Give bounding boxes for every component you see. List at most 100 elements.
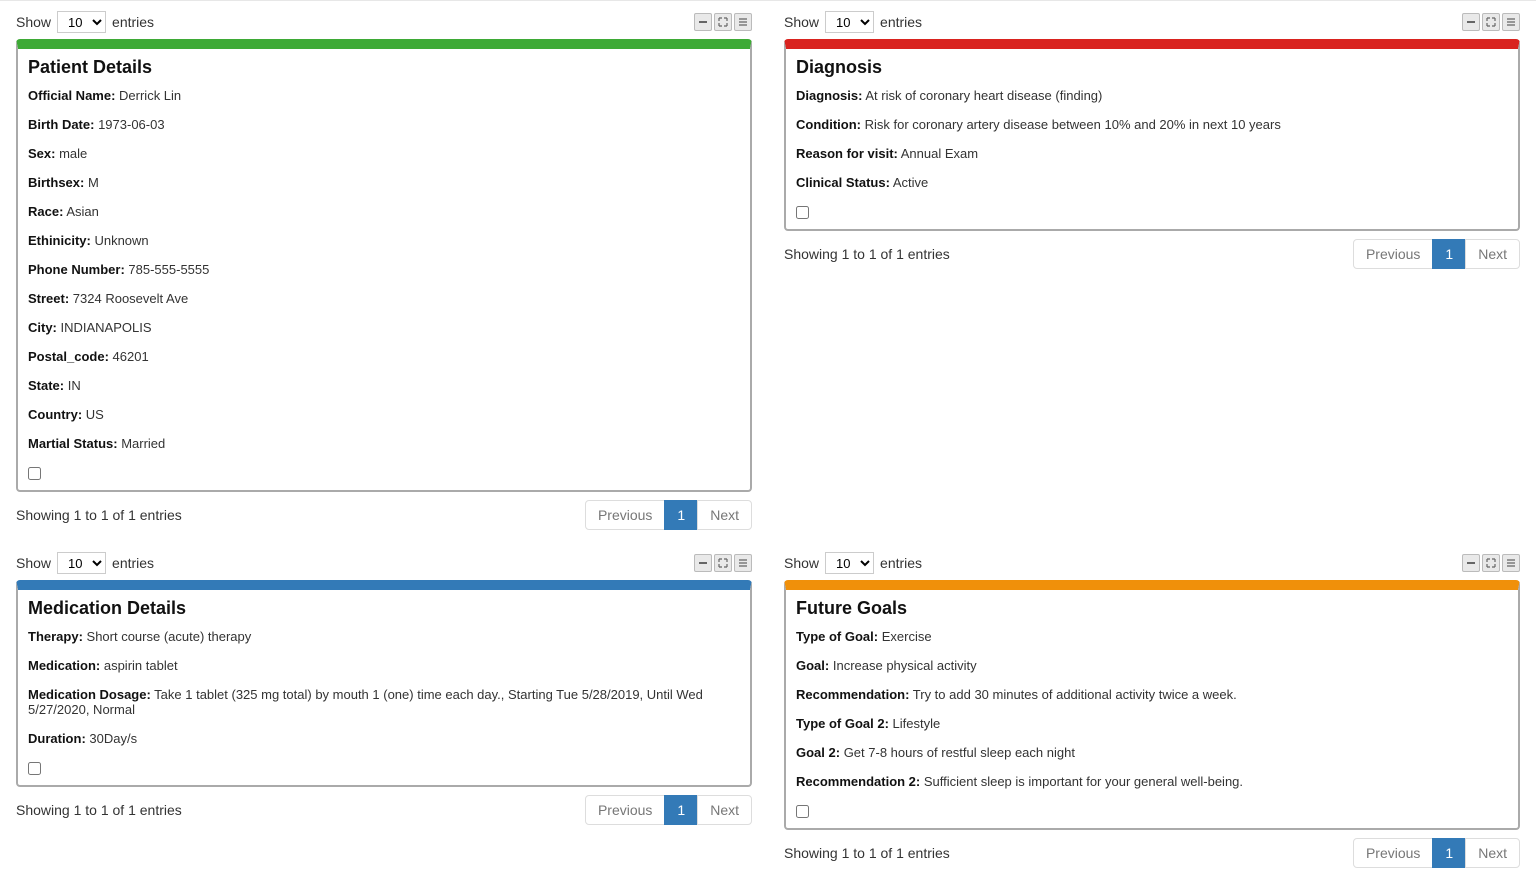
- field-label: Condition:: [796, 117, 861, 132]
- field-row: Martial Status: Married: [28, 436, 740, 451]
- field-value: Get 7-8 hours of restful sleep each nigh…: [840, 745, 1075, 760]
- pagination: Previous 1 Next: [1353, 239, 1520, 269]
- field-value: M: [84, 175, 98, 190]
- field-label: Birthsex:: [28, 175, 84, 190]
- expand-icon[interactable]: [714, 13, 732, 31]
- entries-label: entries: [112, 555, 154, 571]
- collapse-icon[interactable]: [1462, 554, 1480, 572]
- field-value: 30Day/s: [86, 731, 137, 746]
- length-control: Show 10 entries: [784, 11, 922, 33]
- field-label: Official Name:: [28, 88, 115, 103]
- field-value: INDIANAPOLIS: [57, 320, 152, 335]
- field-value: Asian: [63, 204, 98, 219]
- next-button[interactable]: Next: [1465, 239, 1520, 269]
- prev-button[interactable]: Previous: [585, 795, 665, 825]
- length-control: Show 10 entries: [784, 552, 922, 574]
- field-row: Type of Goal: Exercise: [796, 629, 1508, 644]
- field-label: Street:: [28, 291, 69, 306]
- card-title: Medication Details: [28, 598, 740, 619]
- field-row: Street: 7324 Roosevelt Ave: [28, 291, 740, 306]
- collapse-icon[interactable]: [694, 13, 712, 31]
- row-checkbox[interactable]: [28, 467, 41, 480]
- field-label: Martial Status:: [28, 436, 118, 451]
- show-label: Show: [784, 14, 819, 30]
- field-row: Postal_code: 46201: [28, 349, 740, 364]
- field-row: Medication: aspirin tablet: [28, 658, 740, 673]
- collapse-icon[interactable]: [1462, 13, 1480, 31]
- field-label: Diagnosis:: [796, 88, 862, 103]
- field-row: Phone Number: 785-555-5555: [28, 262, 740, 277]
- pagination: Previous 1 Next: [585, 500, 752, 530]
- length-control: Show 10 entries: [16, 11, 154, 33]
- page-1-button[interactable]: 1: [664, 500, 698, 530]
- entries-select[interactable]: 10: [57, 552, 106, 574]
- show-label: Show: [784, 555, 819, 571]
- expand-icon[interactable]: [1482, 13, 1500, 31]
- field-row: Goal 2: Get 7-8 hours of restful sleep e…: [796, 745, 1508, 760]
- row-checkbox[interactable]: [796, 206, 809, 219]
- list-icon[interactable]: [1502, 13, 1520, 31]
- field-value: Exercise: [878, 629, 931, 644]
- expand-icon[interactable]: [714, 554, 732, 572]
- next-button[interactable]: Next: [697, 500, 752, 530]
- field-value: US: [82, 407, 104, 422]
- field-list: Official Name: Derrick LinBirth Date: 19…: [28, 88, 740, 451]
- field-value: IN: [64, 378, 81, 393]
- length-control: Show 10 entries: [16, 552, 154, 574]
- prev-button[interactable]: Previous: [1353, 239, 1433, 269]
- field-label: Country:: [28, 407, 82, 422]
- page-1-button[interactable]: 1: [1432, 239, 1466, 269]
- field-row: Country: US: [28, 407, 740, 422]
- field-list: Therapy: Short course (acute) therapyMed…: [28, 629, 740, 746]
- field-row: City: INDIANAPOLIS: [28, 320, 740, 335]
- list-icon[interactable]: [734, 554, 752, 572]
- field-label: Duration:: [28, 731, 86, 746]
- field-row: State: IN: [28, 378, 740, 393]
- row-checkbox[interactable]: [796, 805, 809, 818]
- field-row: Medication Dosage: Take 1 tablet (325 mg…: [28, 687, 740, 717]
- field-label: Medication:: [28, 658, 100, 673]
- field-value: aspirin tablet: [100, 658, 177, 673]
- field-row: Recommendation: Try to add 30 minutes of…: [796, 687, 1508, 702]
- card-patient-details: Patient Details Official Name: Derrick L…: [16, 39, 752, 492]
- field-value: 46201: [109, 349, 149, 364]
- prev-button[interactable]: Previous: [585, 500, 665, 530]
- card-title: Diagnosis: [796, 57, 1508, 78]
- card-diagnosis: Diagnosis Diagnosis: At risk of coronary…: [784, 39, 1520, 231]
- field-row: Race: Asian: [28, 204, 740, 219]
- field-list: Type of Goal: ExerciseGoal: Increase phy…: [796, 629, 1508, 789]
- field-value: 1973-06-03: [94, 117, 164, 132]
- field-label: Race:: [28, 204, 63, 219]
- expand-icon[interactable]: [1482, 554, 1500, 572]
- collapse-icon[interactable]: [694, 554, 712, 572]
- panel-diagnosis: Show 10 entries Diagnosis: [768, 1, 1536, 542]
- list-icon[interactable]: [1502, 554, 1520, 572]
- field-label: Type of Goal:: [796, 629, 878, 644]
- field-label: Ethinicity:: [28, 233, 91, 248]
- field-value: Lifestyle: [889, 716, 940, 731]
- entries-select[interactable]: 10: [57, 11, 106, 33]
- field-value: Risk for coronary artery disease between…: [861, 117, 1281, 132]
- prev-button[interactable]: Previous: [1353, 838, 1433, 868]
- page-1-button[interactable]: 1: [664, 795, 698, 825]
- card-title: Future Goals: [796, 598, 1508, 619]
- field-label: Type of Goal 2:: [796, 716, 889, 731]
- next-button[interactable]: Next: [697, 795, 752, 825]
- field-list: Diagnosis: At risk of coronary heart dis…: [796, 88, 1508, 190]
- next-button[interactable]: Next: [1465, 838, 1520, 868]
- field-value: Short course (acute) therapy: [83, 629, 251, 644]
- field-value: Sufficient sleep is important for your g…: [920, 774, 1243, 789]
- entries-label: entries: [112, 14, 154, 30]
- field-value: Increase physical activity: [829, 658, 976, 673]
- table-info: Showing 1 to 1 of 1 entries: [784, 845, 950, 861]
- entries-select[interactable]: 10: [825, 552, 874, 574]
- row-checkbox[interactable]: [28, 762, 41, 775]
- pagination: Previous 1 Next: [585, 795, 752, 825]
- card-future-goals: Future Goals Type of Goal: ExerciseGoal:…: [784, 580, 1520, 830]
- entries-select[interactable]: 10: [825, 11, 874, 33]
- field-row: Birthsex: M: [28, 175, 740, 190]
- field-label: Birth Date:: [28, 117, 94, 132]
- page-1-button[interactable]: 1: [1432, 838, 1466, 868]
- field-label: Postal_code:: [28, 349, 109, 364]
- list-icon[interactable]: [734, 13, 752, 31]
